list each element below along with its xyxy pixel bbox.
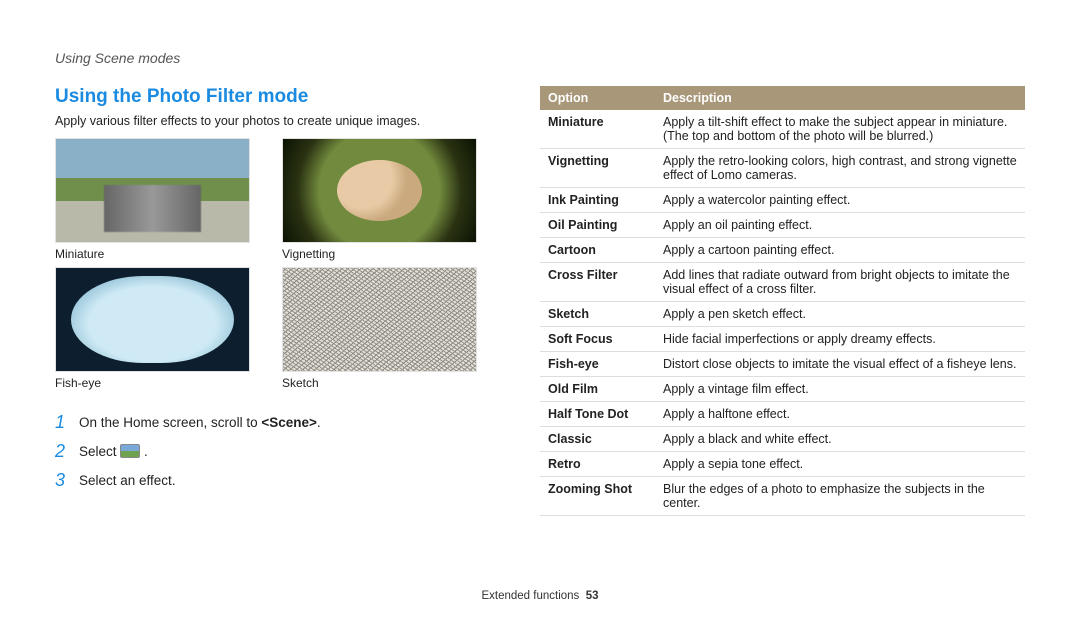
option-name: Miniature [540, 110, 655, 149]
option-name: Sketch [540, 302, 655, 327]
option-name: Old Film [540, 377, 655, 402]
option-name: Retro [540, 452, 655, 477]
step-3: Select an effect. [55, 470, 485, 491]
table-row: Cross FilterAdd lines that radiate outwa… [540, 263, 1025, 302]
option-name: Vignetting [540, 149, 655, 188]
option-description: Apply a black and white effect. [655, 427, 1025, 452]
option-name: Classic [540, 427, 655, 452]
table-row: Zooming ShotBlur the edges of a photo to… [540, 477, 1025, 516]
step-2: Select . [55, 441, 485, 462]
option-name: Cross Filter [540, 263, 655, 302]
option-name: Zooming Shot [540, 477, 655, 516]
step-3-text: Select an effect. [79, 473, 176, 488]
caption-vignetting: Vignetting [282, 243, 477, 261]
option-description: Apply a tilt-shift effect to make the su… [655, 110, 1025, 149]
thumb-miniature: Miniature [55, 138, 250, 261]
option-description: Apply a vintage film effect. [655, 377, 1025, 402]
option-name: Soft Focus [540, 327, 655, 352]
step-1-text-a: On the Home screen, scroll to [79, 415, 261, 430]
table-row: Half Tone DotApply a halftone effect. [540, 402, 1025, 427]
breadcrumb: Using Scene modes [55, 50, 1025, 66]
page-footer: Extended functions 53 [0, 590, 1080, 602]
steps-list: On the Home screen, scroll to <Scene>. S… [55, 412, 485, 491]
th-option: Option [540, 86, 655, 110]
step-2-text-b: . [144, 444, 148, 459]
th-description: Description [655, 86, 1025, 110]
option-name: Cartoon [540, 238, 655, 263]
table-row: Old FilmApply a vintage film effect. [540, 377, 1025, 402]
step-1: On the Home screen, scroll to <Scene>. [55, 412, 485, 433]
image-vignetting [282, 138, 477, 243]
section-title: Using the Photo Filter mode [55, 86, 485, 108]
option-description: Apply a halftone effect. [655, 402, 1025, 427]
caption-miniature: Miniature [55, 243, 250, 261]
left-column: Using the Photo Filter mode Apply variou… [55, 86, 485, 516]
thumb-sketch: Sketch [282, 267, 477, 390]
table-row: RetroApply a sepia tone effect. [540, 452, 1025, 477]
option-description: Apply a cartoon painting effect. [655, 238, 1025, 263]
table-row: MiniatureApply a tilt-shift effect to ma… [540, 110, 1025, 149]
table-row: Oil PaintingApply an oil painting effect… [540, 213, 1025, 238]
caption-fisheye: Fish-eye [55, 372, 250, 390]
step-1-scene: <Scene> [261, 415, 317, 430]
option-description: Distort close objects to imitate the vis… [655, 352, 1025, 377]
image-fisheye [55, 267, 250, 372]
step-2-text-a: Select [79, 444, 120, 459]
options-table: Option Description MiniatureApply a tilt… [540, 86, 1025, 516]
photo-filter-icon [120, 444, 140, 458]
footer-label: Extended functions [481, 590, 579, 602]
option-name: Half Tone Dot [540, 402, 655, 427]
intro-text: Apply various filter effects to your pho… [55, 114, 485, 128]
table-row: CartoonApply a cartoon painting effect. [540, 238, 1025, 263]
image-miniature [55, 138, 250, 243]
option-description: Apply the retro-looking colors, high con… [655, 149, 1025, 188]
table-row: Ink PaintingApply a watercolor painting … [540, 188, 1025, 213]
option-description: Hide facial imperfections or apply dream… [655, 327, 1025, 352]
table-row: Soft FocusHide facial imperfections or a… [540, 327, 1025, 352]
footer-page: 53 [586, 590, 599, 602]
right-column: Option Description MiniatureApply a tilt… [540, 86, 1025, 516]
image-sketch [282, 267, 477, 372]
option-description: Add lines that radiate outward from brig… [655, 263, 1025, 302]
table-row: Fish-eyeDistort close objects to imitate… [540, 352, 1025, 377]
table-row: SketchApply a pen sketch effect. [540, 302, 1025, 327]
option-name: Oil Painting [540, 213, 655, 238]
example-thumbnails: Miniature Vignetting Fish-eye Sketch [55, 138, 485, 390]
caption-sketch: Sketch [282, 372, 477, 390]
option-description: Apply a pen sketch effect. [655, 302, 1025, 327]
option-name: Fish-eye [540, 352, 655, 377]
table-row: VignettingApply the retro-looking colors… [540, 149, 1025, 188]
option-description: Apply a watercolor painting effect. [655, 188, 1025, 213]
option-description: Apply an oil painting effect. [655, 213, 1025, 238]
thumb-fisheye: Fish-eye [55, 267, 250, 390]
option-description: Blur the edges of a photo to emphasize t… [655, 477, 1025, 516]
option-description: Apply a sepia tone effect. [655, 452, 1025, 477]
option-name: Ink Painting [540, 188, 655, 213]
table-row: ClassicApply a black and white effect. [540, 427, 1025, 452]
thumb-vignetting: Vignetting [282, 138, 477, 261]
step-1-text-c: . [317, 415, 321, 430]
